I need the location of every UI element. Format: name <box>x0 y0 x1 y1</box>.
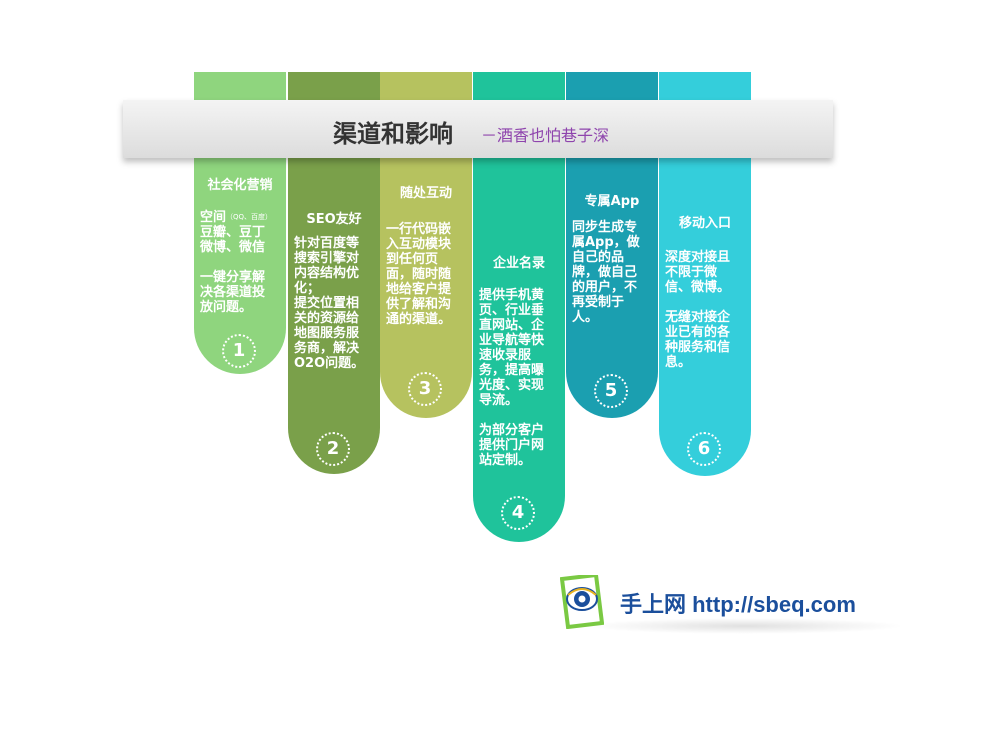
step-number-1: 1 <box>222 334 256 368</box>
column-title: 社会化营销 <box>207 178 273 193</box>
banner-title: 渠道和影响 <box>333 120 453 148</box>
column-title: SEO友好 <box>306 212 362 227</box>
column-body: 同步生成专 属App，做 自己的品 牌，做自己 的用户，不 再受制于 人。 <box>572 220 640 325</box>
column-body: 针对百度等 搜索引擎对 内容结构优 化； 提交位置相 关的资源给 地图服务服 务… <box>294 236 365 371</box>
column-title: 企业名录 <box>492 256 545 271</box>
step-number-2: 2 <box>316 432 350 466</box>
eye-logo-icon <box>560 575 604 629</box>
title-banner: 渠道和影响 －酒香也怕巷子深 <box>123 100 833 158</box>
banner-subtitle: －酒香也怕巷子深 <box>481 126 610 145</box>
column-body-small: （QQ、百度） <box>226 213 273 221</box>
column-body-text: 豆瓣、豆丁 微博、微信 一键分享解 决各渠道投 放问题。 <box>200 225 266 315</box>
step-number-3: 3 <box>408 372 442 406</box>
step-number-4: 4 <box>501 496 535 530</box>
column-title: 专属App <box>584 194 640 209</box>
step-number-5: 5 <box>594 374 628 408</box>
column-body: 深度对接且 不限于微 信、微博。 无缝对接企 业已有的各 种服务和信 息。 <box>665 250 731 370</box>
column-body: 提供手机黄 页、行业垂 直网站、企 业导航等快 速收录服 务，提高曝 光度、实现… <box>479 288 545 468</box>
column-title: 随处互动 <box>399 186 452 201</box>
column-title: 移动入口 <box>678 216 731 231</box>
column-body-pre: 空间 <box>200 210 227 225</box>
column-body: 空间（QQ、百度） 豆瓣、豆丁 微博、微信 一键分享解 决各渠道投 放问题。 <box>200 210 282 315</box>
brand-shadow <box>585 618 905 634</box>
column-body: 一行代码嵌 入互动模块 到任何页 面，随时随 地给客户提 供了解和沟 通的渠道。 <box>386 222 452 327</box>
step-number-6: 6 <box>687 432 721 466</box>
brand-link[interactable]: 手上网 http://sbeq.com <box>620 587 856 619</box>
